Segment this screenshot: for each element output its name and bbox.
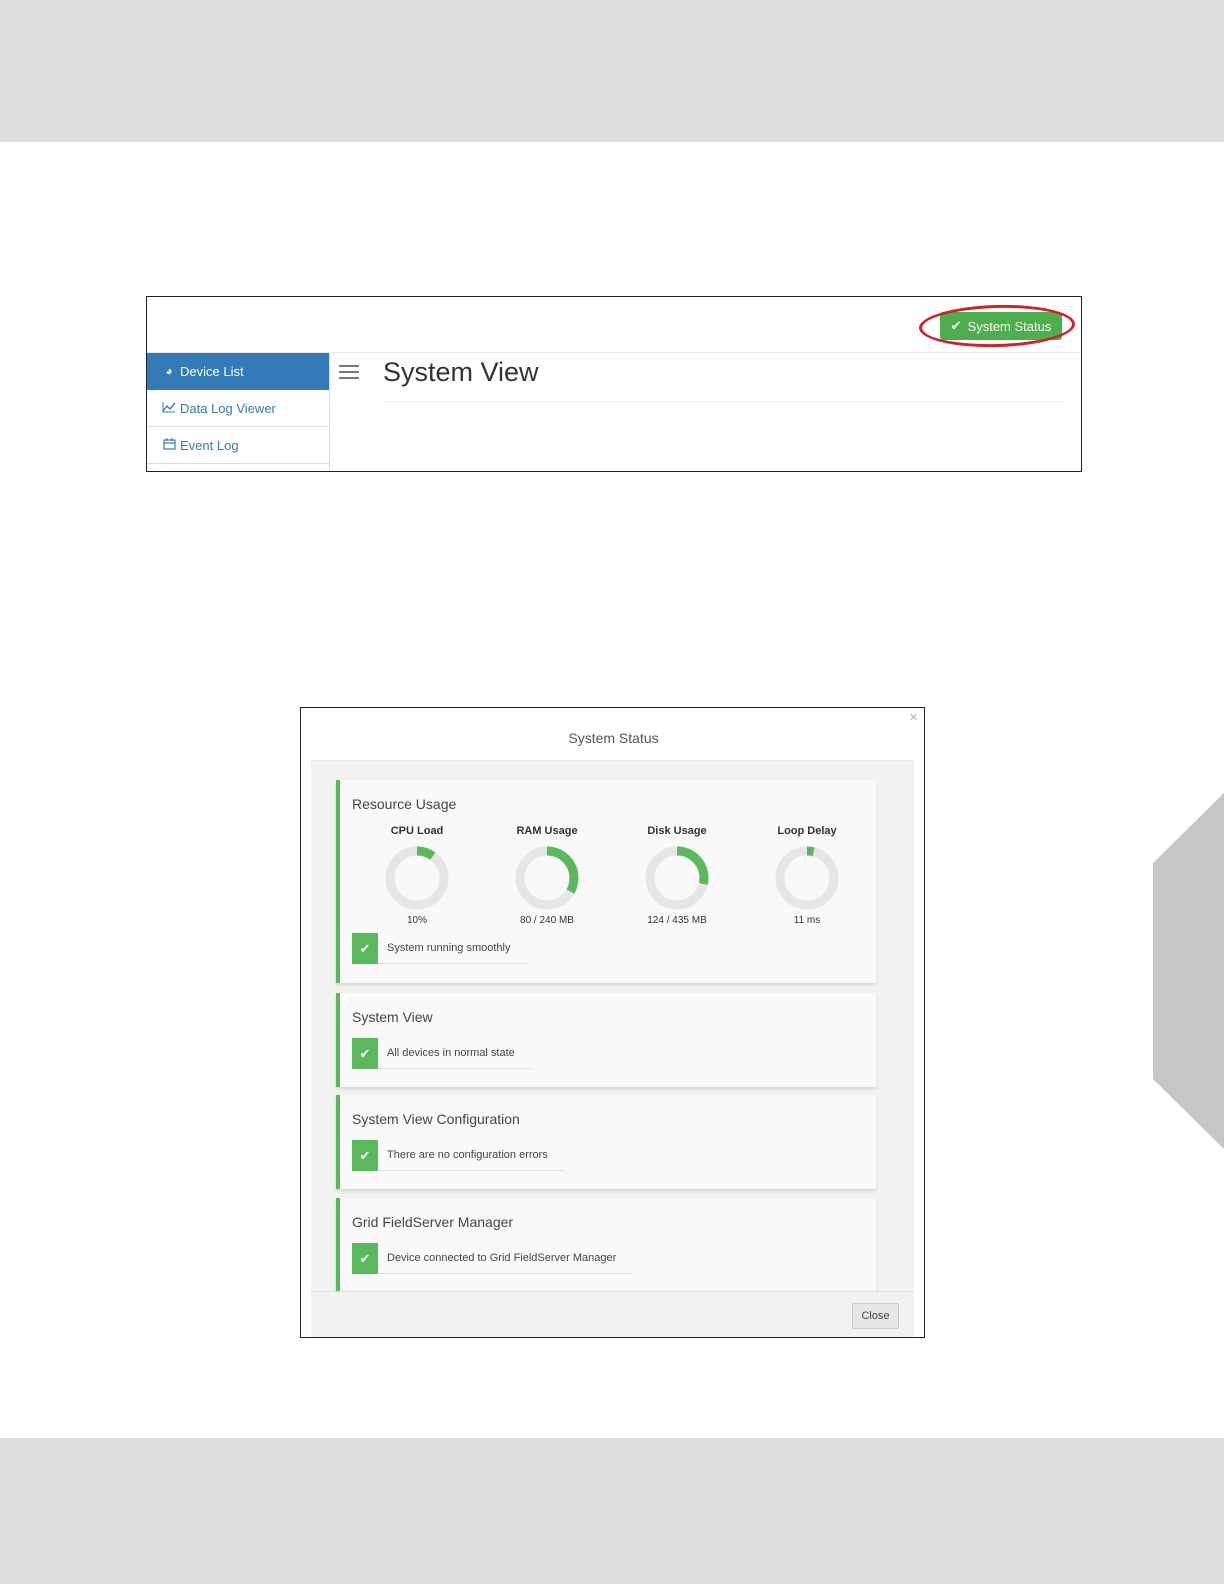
check-icon: ✔ <box>352 933 378 964</box>
card-title: System View <box>352 1009 433 1025</box>
disk-usage-gauge: Disk Usage 124 / 435 MB <box>612 825 742 926</box>
system-status-modal: × System Status Resource Usage CPU Load … <box>300 707 925 1338</box>
system-view-screenshot: ✔ System Status ◕ Device List Data Log V… <box>146 296 1082 472</box>
card-title: Resource Usage <box>352 796 457 812</box>
gauge-label: RAM Usage <box>516 825 578 837</box>
page-header-band <box>0 0 1224 142</box>
status-row: ✔ Device connected to Grid FieldServer M… <box>352 1243 633 1274</box>
gauge-value: 124 / 435 MB <box>647 915 707 926</box>
card-title: System View Configuration <box>352 1111 520 1127</box>
highlight-annotation <box>918 302 1076 350</box>
title-divider <box>383 401 1065 402</box>
line-chart-icon <box>162 401 176 416</box>
check-icon: ✔ <box>352 1140 378 1171</box>
status-row: ✔ There are no configuration errors <box>352 1140 564 1171</box>
hamburger-menu-icon[interactable] <box>339 365 359 383</box>
check-icon: ✔ <box>352 1038 378 1069</box>
sidebar-item-data-log-viewer[interactable]: Data Log Viewer <box>147 390 329 427</box>
system-view-configuration-card: System View Configuration ✔ There are no… <box>336 1095 876 1189</box>
status-row: ✔ All devices in normal state <box>352 1038 531 1069</box>
grid-fieldserver-manager-card: Grid FieldServer Manager ✔ Device connec… <box>336 1198 876 1292</box>
gauge-label: CPU Load <box>390 825 444 837</box>
status-text: System running smoothly <box>378 933 527 964</box>
gauge-ring <box>645 846 709 910</box>
gauge-label: Loop Delay <box>777 825 837 837</box>
sidebar-item-label: Device List <box>180 363 244 379</box>
cpu-load-gauge: CPU Load 10% <box>352 825 482 926</box>
status-text: All devices in normal state <box>378 1038 531 1069</box>
calendar-icon <box>162 437 176 453</box>
sidebar-item-label: Data Log Viewer <box>180 400 276 416</box>
status-text: Device connected to Grid FieldServer Man… <box>378 1243 633 1274</box>
resource-usage-card: Resource Usage CPU Load 10% RAM Usage 80… <box>336 780 876 983</box>
close-icon[interactable]: × <box>909 709 918 726</box>
status-text: There are no configuration errors <box>378 1140 564 1171</box>
gauge-value: 10% <box>406 915 427 926</box>
dashboard-icon: ◕ <box>165 364 173 378</box>
modal-title: System Status <box>568 730 659 746</box>
ram-usage-gauge: RAM Usage 80 / 240 MB <box>482 825 612 926</box>
gauge-ring <box>385 846 449 910</box>
modal-body: Resource Usage CPU Load 10% RAM Usage 80… <box>311 761 914 1292</box>
system-view-card: System View ✔ All devices in normal stat… <box>336 993 876 1087</box>
modal-footer: Close <box>311 1292 914 1337</box>
gauge-row: CPU Load 10% RAM Usage 80 / 240 MB Disk … <box>352 825 872 926</box>
sidebar-item-device-list[interactable]: ◕ Device List <box>147 353 329 390</box>
sidebar-item-event-log[interactable]: Event Log <box>147 427 329 464</box>
gauge-ring <box>515 846 579 910</box>
gauge-value: 11 ms <box>793 915 821 926</box>
page-footer-band <box>0 1438 1224 1584</box>
check-icon: ✔ <box>352 1243 378 1274</box>
gauge-value: 80 / 240 MB <box>520 915 574 926</box>
status-row: ✔ System running smoothly <box>352 933 527 964</box>
loop-delay-gauge: Loop Delay 11 ms <box>742 825 872 926</box>
card-title: Grid FieldServer Manager <box>352 1214 514 1230</box>
page-title: System View <box>383 357 539 387</box>
page-side-tab <box>1153 793 1224 1149</box>
sidebar: ◕ Device List Data Log Viewer Event Log <box>147 353 330 471</box>
gauge-ring <box>775 846 839 910</box>
sidebar-item-label: Event Log <box>180 437 239 453</box>
close-button[interactable]: Close <box>852 1303 899 1329</box>
gauge-label: Disk Usage <box>647 825 707 837</box>
